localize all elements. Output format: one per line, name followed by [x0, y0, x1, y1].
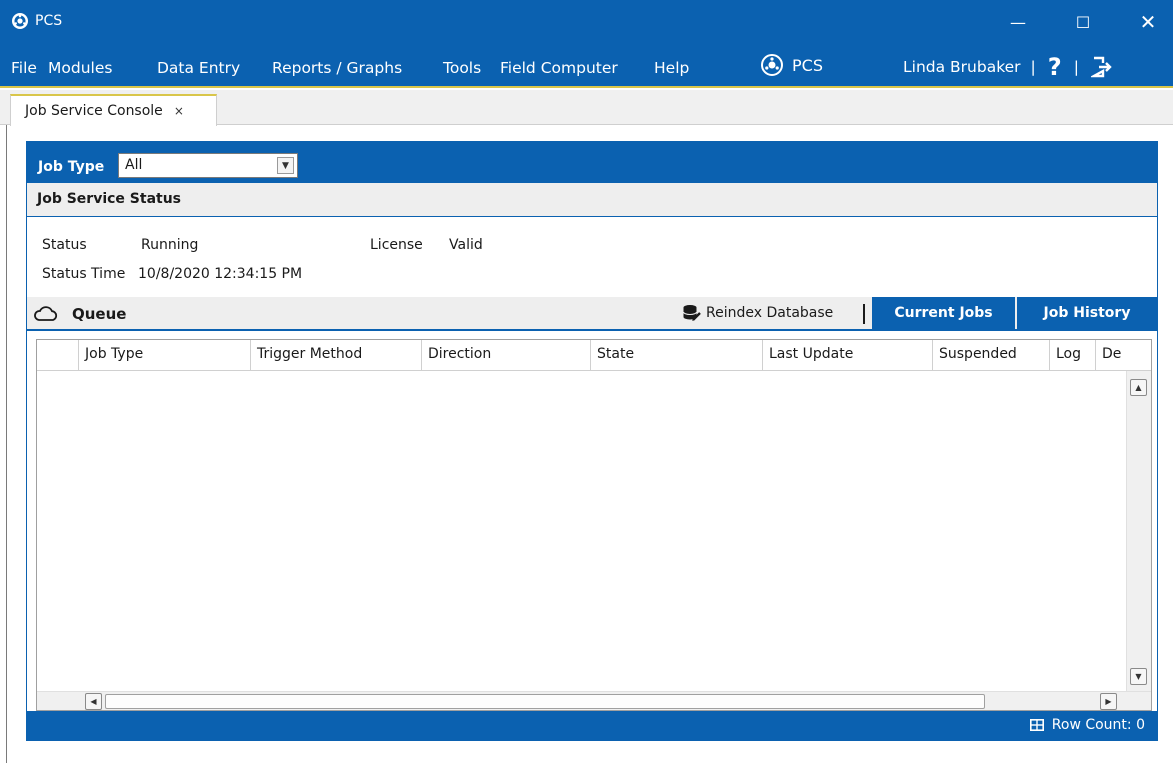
status-value: Running [141, 237, 199, 253]
scroll-right-icon[interactable]: ▶ [1100, 693, 1117, 710]
maximize-button[interactable]: ☐ [1060, 0, 1106, 44]
menu-separator-2: | [1073, 58, 1079, 76]
license-value: Valid [449, 237, 483, 253]
status-label: Status [42, 237, 87, 253]
cloud-icon [34, 306, 58, 321]
column-header-suspended[interactable]: Suspended [933, 340, 1050, 371]
column-header-de[interactable]: De [1096, 340, 1126, 371]
menu-field-computer[interactable]: Field Computer [500, 59, 618, 77]
pcs-brand-icon [761, 54, 783, 76]
tab-label: Job Service Console [25, 103, 163, 119]
close-window-button[interactable]: ✕ [1125, 0, 1171, 44]
user-name[interactable]: Linda Brubaker [903, 58, 1021, 76]
column-header-last-update[interactable]: Last Update [763, 340, 933, 371]
scroll-up-icon[interactable]: ▲ [1130, 379, 1147, 396]
queue-bar: Queue Reindex Database Current Jobs Job … [27, 297, 1157, 331]
status-section-header: Job Service Status [27, 183, 1157, 217]
license-label: License [370, 237, 423, 253]
database-icon [683, 305, 701, 321]
job-type-label: Job Type [38, 159, 105, 175]
job-type-select[interactable]: All ▼ [118, 153, 298, 178]
window-title: PCS [35, 13, 63, 29]
job-service-panel: Job Type All ▼ Job Service Status Status… [26, 141, 1158, 741]
minimize-button[interactable]: — [995, 0, 1041, 44]
tab-job-history[interactable]: Job History [1017, 297, 1157, 329]
scroll-down-icon[interactable]: ▼ [1130, 668, 1147, 685]
tab-current-jobs[interactable]: Current Jobs [872, 297, 1015, 329]
job-type-selected-value: All [125, 157, 143, 173]
title-bar: PCS — ☐ ✕ [0, 0, 1173, 44]
menu-data-entry[interactable]: Data Entry [157, 59, 240, 77]
menu-bar: File Modules Data Entry Reports / Graphs… [0, 44, 1173, 88]
tab-job-service-console[interactable]: Job Service Console × [10, 94, 217, 126]
toolbar-divider [863, 304, 865, 324]
grid-header: Job Type Trigger Method Direction State … [37, 340, 1151, 371]
menu-help[interactable]: Help [654, 59, 689, 77]
column-header-job-type[interactable]: Job Type [79, 340, 251, 371]
pcs-brand-label: PCS [792, 55, 823, 75]
chevron-down-icon[interactable]: ▼ [277, 157, 294, 174]
menu-modules[interactable]: Modules [48, 59, 112, 77]
row-count: Row Count: 0 [1029, 717, 1145, 733]
queue-title: Queue [72, 305, 127, 323]
column-header-trigger-method[interactable]: Trigger Method [251, 340, 422, 371]
left-border [6, 125, 7, 763]
row-count-label: Row Count: 0 [1051, 717, 1145, 733]
vertical-scrollbar[interactable]: ▲ ▼ [1126, 371, 1151, 691]
grid-footer: Row Count: 0 [27, 711, 1157, 740]
reindex-label: Reindex Database [706, 305, 834, 321]
column-header-log[interactable]: Log [1050, 340, 1096, 371]
user-area: Linda Brubaker | ? | [903, 55, 1113, 79]
reindex-database-button[interactable]: Reindex Database [682, 304, 833, 322]
column-header-direction[interactable]: Direction [422, 340, 591, 371]
tab-close-icon[interactable]: × [174, 104, 184, 118]
status-time-value: 10/8/2020 12:34:15 PM [138, 266, 303, 282]
menu-tools[interactable]: Tools [443, 59, 481, 77]
pcs-logo-icon [12, 13, 28, 29]
column-header-selector[interactable] [37, 340, 79, 371]
column-header-state[interactable]: State [591, 340, 763, 371]
horizontal-scrollbar[interactable]: ◀ ▶ [37, 691, 1151, 710]
jobs-grid: Job Type Trigger Method Direction State … [36, 339, 1152, 711]
logout-icon[interactable] [1090, 56, 1113, 78]
pcs-brand: PCS [760, 53, 823, 77]
table-icon [1029, 719, 1044, 731]
document-tab-strip: Job Service Console × [0, 90, 1173, 126]
menu-reports-graphs[interactable]: Reports / Graphs [272, 59, 402, 77]
menu-separator: | [1030, 58, 1036, 76]
scroll-left-icon[interactable]: ◀ [85, 693, 102, 710]
help-icon[interactable]: ? [1048, 55, 1062, 79]
status-time-label: Status Time [42, 266, 126, 282]
menu-file[interactable]: File [11, 59, 37, 77]
job-type-bar: Job Type All ▼ [27, 142, 1157, 183]
horizontal-scroll-thumb[interactable] [105, 694, 985, 709]
